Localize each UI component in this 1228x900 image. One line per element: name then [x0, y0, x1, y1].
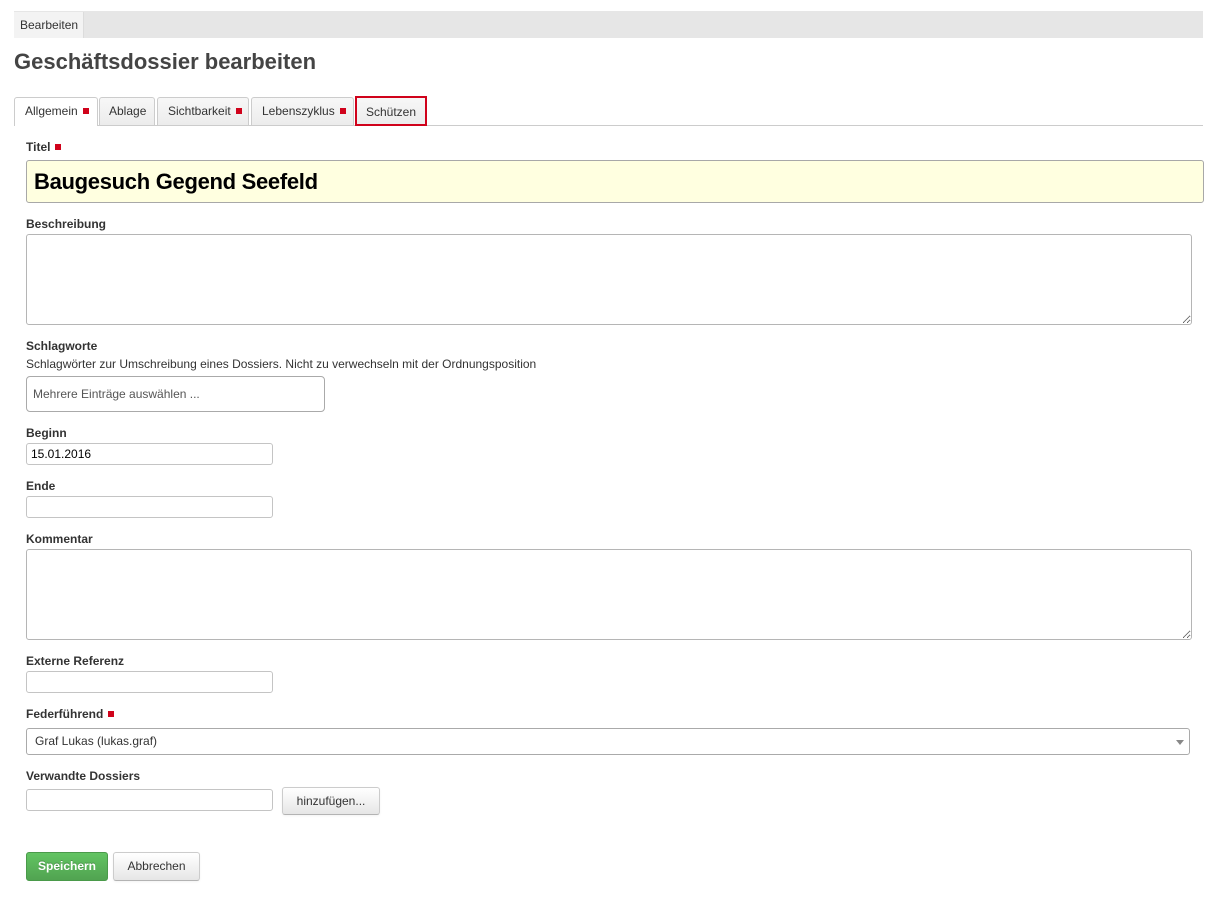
related-dossiers-label: Verwandte Dossiers	[26, 769, 141, 783]
tab-label: Schützen	[366, 105, 417, 119]
tab-sichtbarkeit[interactable]: Sichtbarkeit	[157, 97, 249, 125]
end-date-label: Ende	[26, 479, 56, 493]
title-label: Titel	[26, 140, 62, 154]
required-marker-icon	[82, 107, 89, 114]
caret-down-icon	[1176, 740, 1184, 745]
related-dossiers-input[interactable]	[26, 789, 273, 811]
tab-schuetzen[interactable]: Schützen	[355, 96, 427, 126]
cancel-button[interactable]: Abbrechen	[113, 852, 200, 881]
start-date-input[interactable]	[26, 443, 273, 465]
tab-label: Allgemein	[25, 104, 78, 118]
tab-ablage[interactable]: Ablage	[99, 97, 155, 125]
description-label: Beschreibung	[26, 217, 107, 231]
description-textarea[interactable]	[26, 234, 1192, 325]
responsible-select[interactable]: Graf Lukas (lukas.graf)	[26, 728, 1190, 755]
tab-bearbeiten[interactable]: Bearbeiten	[14, 12, 84, 38]
required-marker-icon	[339, 107, 346, 114]
comment-label: Kommentar	[26, 532, 93, 546]
start-date-label: Beginn	[26, 426, 67, 440]
required-marker-icon	[108, 710, 115, 717]
external-reference-label: Externe Referenz	[26, 654, 125, 668]
tab-label: Ablage	[109, 104, 147, 118]
form-tabs: Allgemein Ablage Sichtbarkeit Lebenszykl…	[14, 96, 1203, 126]
keywords-label: Schlagworte	[26, 339, 98, 353]
tab-allgemein[interactable]: Allgemein	[14, 97, 98, 126]
responsible-label-text: Federführend	[26, 707, 104, 721]
title-label-text: Titel	[26, 140, 51, 154]
keywords-multiselect[interactable]	[26, 376, 325, 412]
responsible-label: Federführend	[26, 707, 115, 721]
comment-textarea[interactable]	[26, 549, 1192, 640]
required-marker-icon	[235, 107, 242, 114]
end-date-input[interactable]	[26, 496, 273, 518]
title-input[interactable]	[26, 160, 1204, 203]
responsible-selected-value: Graf Lukas (lukas.graf)	[35, 734, 158, 748]
tab-label: Lebenszyklus	[262, 104, 335, 118]
keywords-help-text: Schlagwörter zur Umschreibung eines Doss…	[26, 357, 537, 371]
page-title: Geschäftsdossier bearbeiten	[14, 49, 317, 74]
required-marker-icon	[55, 143, 62, 150]
save-button[interactable]: Speichern	[26, 852, 108, 881]
tab-lebenszyklus[interactable]: Lebenszyklus	[251, 97, 354, 125]
top-tab-bar: Bearbeiten	[14, 11, 1203, 38]
external-reference-input[interactable]	[26, 671, 273, 693]
add-related-dossier-button[interactable]: hinzufügen...	[282, 787, 380, 815]
tab-label: Sichtbarkeit	[168, 104, 231, 118]
